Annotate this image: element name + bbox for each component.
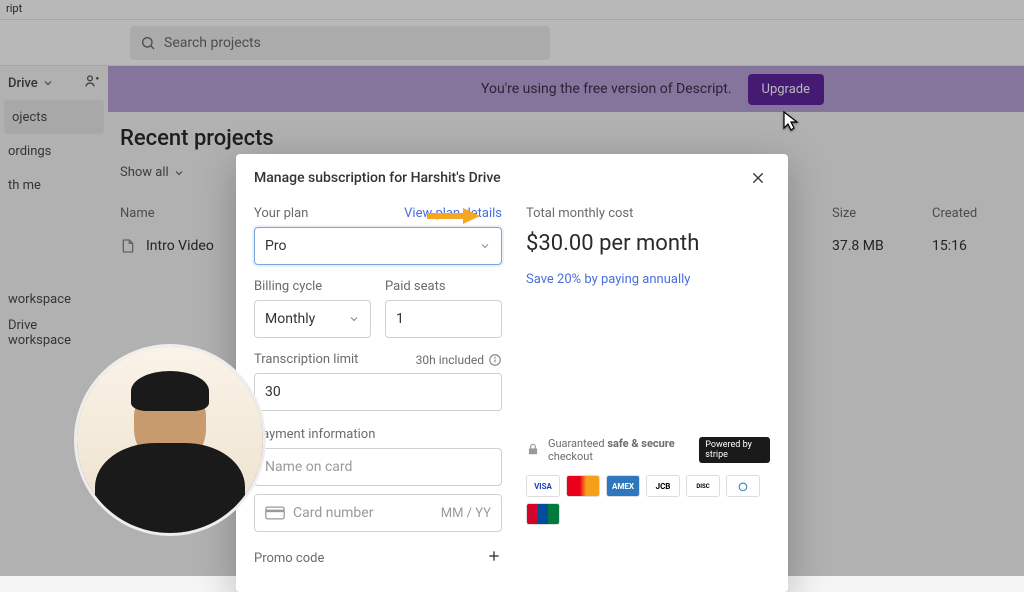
mastercard-icon: [566, 475, 600, 497]
info-icon[interactable]: [488, 353, 502, 367]
paid-seats-input[interactable]: 1: [385, 300, 502, 338]
card-expiry: MM / YY: [441, 506, 491, 521]
name-on-card-input[interactable]: Name on card: [254, 448, 502, 486]
add-promo-icon[interactable]: [486, 548, 502, 568]
your-plan-label: Your plan: [254, 206, 308, 221]
save-annual-link[interactable]: Save 20% by paying annually: [526, 272, 690, 287]
diners-icon: ◯: [726, 475, 760, 497]
visa-icon: VISA: [526, 475, 560, 497]
plan-select[interactable]: Pro: [254, 227, 502, 265]
price: $30.00 per month: [526, 231, 770, 256]
discover-icon: DISC: [686, 475, 720, 497]
credit-card-icon: [265, 506, 285, 520]
modal-title: Manage subscription for Harshit's Drive: [254, 170, 501, 186]
amex-icon: AMEX: [606, 475, 640, 497]
unionpay-icon: [526, 503, 560, 525]
paid-seats-label: Paid seats: [385, 279, 502, 294]
payment-info-label: Payment information: [254, 427, 502, 442]
promo-code-label: Promo code: [254, 551, 324, 566]
card-number-input[interactable]: Card number MM / YY: [254, 494, 502, 532]
annotation-arrow: [425, 207, 481, 225]
subscription-modal: Manage subscription for Harshit's Drive …: [236, 154, 788, 592]
transcription-limit-label: Transcription limit: [254, 352, 358, 367]
total-cost-label: Total monthly cost: [526, 206, 770, 221]
chevron-down-icon: [348, 313, 360, 325]
mouse-cursor: [782, 110, 800, 136]
billing-cycle-select[interactable]: Monthly: [254, 300, 371, 338]
payment-cards: VISA AMEX JCB DISC ◯: [526, 475, 770, 525]
jcb-icon: JCB: [646, 475, 680, 497]
chevron-down-icon: [479, 240, 491, 252]
transcription-included: 30h included: [416, 353, 484, 367]
stripe-badge: Powered by stripe: [699, 437, 770, 463]
guarantee-row: Guaranteed safe & secure checkout Powere…: [526, 437, 770, 463]
lock-icon: [526, 442, 540, 459]
close-icon[interactable]: [746, 166, 770, 190]
presenter-avatar: [74, 344, 266, 536]
billing-cycle-label: Billing cycle: [254, 279, 371, 294]
transcription-limit-input[interactable]: 30: [254, 373, 502, 411]
